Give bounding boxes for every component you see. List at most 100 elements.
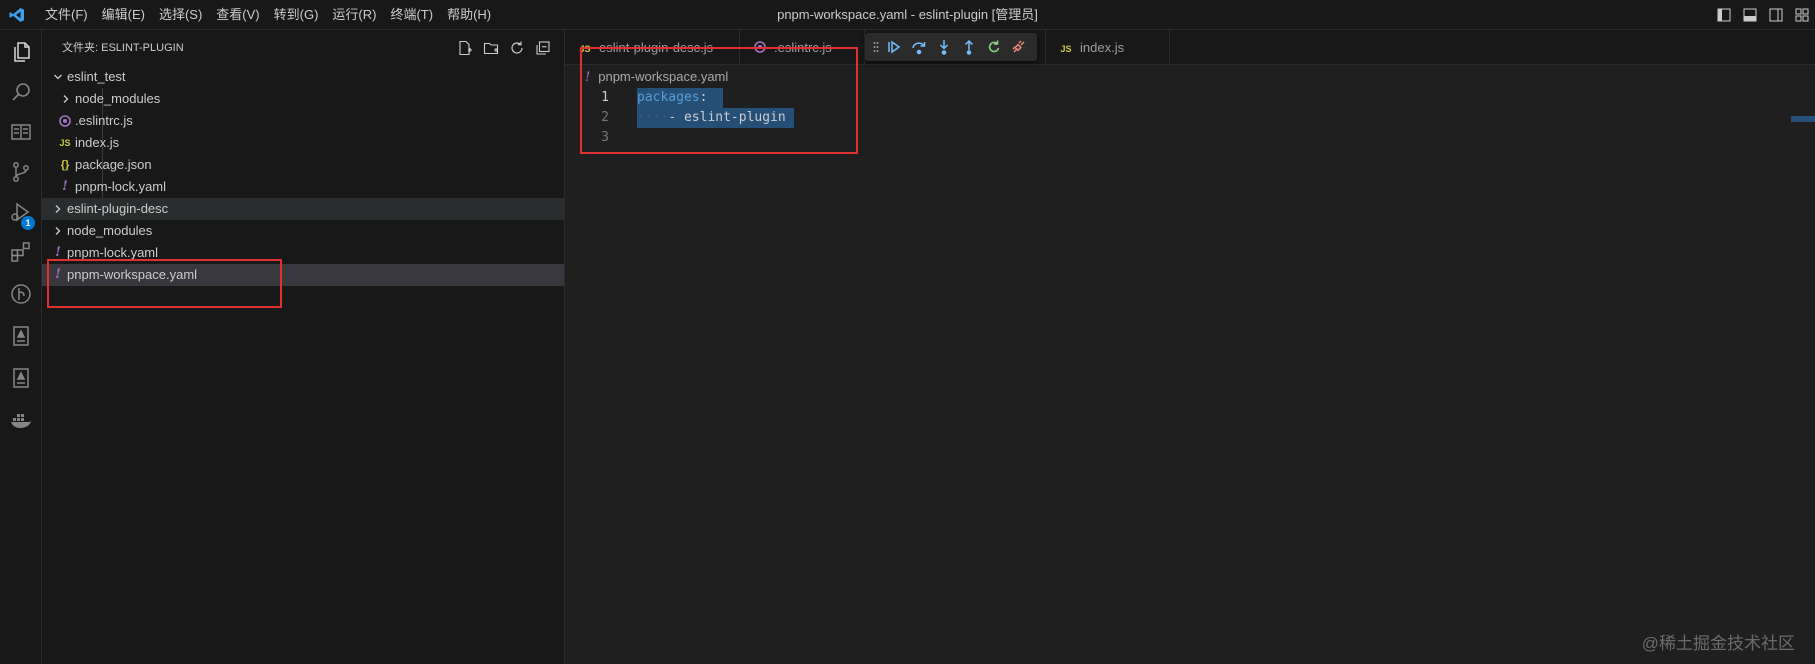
js-file-icon: JS [1060,44,1072,54]
chevron-right-icon [50,220,66,242]
tree-item-label: eslint-plugin-desc [67,201,169,216]
source-control-icon[interactable] [0,152,42,192]
breadcrumb[interactable]: ! pnpm-workspace.yaml [585,66,728,88]
yaml-file-icon: ! [55,245,61,260]
tab-index-js[interactable]: JS index.js [1045,30,1170,65]
line-number: 2 [601,110,609,125]
whitespace-indent: ···· [637,110,669,125]
yaml-key: packages [637,90,700,105]
tree-folder-node-modules[interactable]: node_modules [42,88,564,110]
docker-icon[interactable] [0,400,42,440]
tree-file-eslintrc[interactable]: .eslintrc.js [42,110,564,132]
toggle-panel-icon[interactable] [1737,0,1763,30]
toggle-secondary-sidebar-icon[interactable] [1763,0,1789,30]
explorer-sidebar: 文件夹: ESLINT-PLUGIN eslint_test node_modu… [42,30,565,664]
menu-run[interactable]: 运行(R) [325,0,383,30]
remote-icon[interactable] [0,316,42,356]
js-file-icon: JS [579,44,591,54]
drag-grip-icon[interactable] [871,35,881,59]
eslint-file-icon [752,30,768,65]
refresh-icon[interactable] [506,38,528,58]
collapse-all-icon[interactable] [532,38,554,58]
tree-folder-node-modules-root[interactable]: node_modules [42,220,564,242]
menu-go[interactable]: 转到(G) [267,0,326,30]
chevron-right-icon [50,198,66,220]
tree-item-label: pnpm-lock.yaml [67,245,159,260]
code-line: 2 ····- eslint-plugin [565,108,1815,128]
search-icon[interactable] [0,72,42,112]
menu-terminal[interactable]: 终端(T) [383,0,440,30]
explorer-actions [454,38,554,58]
tree-item-label: package.json [75,157,152,172]
vscode-logo-icon [9,8,24,22]
tree-item-label: index.js [75,135,120,150]
yaml-file-icon: ! [62,179,68,194]
step-into-icon[interactable] [931,35,956,59]
explorer-icon[interactable] [0,32,42,72]
code-line: 3 [565,128,1815,148]
yaml-dash: - [668,110,684,125]
tree-file-index-js[interactable]: JS index.js [42,132,564,154]
extensions-icon[interactable] [0,232,42,272]
continue-icon[interactable] [881,35,906,59]
yaml-file-icon: ! [585,70,591,85]
tab-bar: JS eslint-plugin-desc.js .eslintrc.js JS i… [565,30,1815,65]
new-folder-icon[interactable] [480,38,502,58]
line-number: 3 [601,130,609,145]
menu-view[interactable]: 查看(V) [209,0,266,30]
menu-help[interactable]: 帮助(H) [440,0,498,30]
line-content: packages: [637,88,724,108]
code-line: 1 packages: [565,88,1815,108]
debug-badge: 1 [21,216,35,230]
yaml-file-icon: ! [55,267,61,282]
restart-icon[interactable] [981,35,1006,59]
activity-bar: 1 [0,30,42,664]
menu-selection[interactable]: 选择(S) [152,0,209,30]
tree-file-package-json[interactable]: {} package.json [42,154,564,176]
tree-file-pnpm-workspace[interactable]: ! pnpm-workspace.yaml [42,264,564,286]
customize-layout-icon[interactable] [1789,0,1815,30]
file-tree: eslint_test node_modules .eslintrc.js JS… [42,66,564,286]
git-graph-icon[interactable] [0,274,42,314]
menu-edit[interactable]: 编辑(E) [95,0,152,30]
new-file-icon[interactable] [454,38,476,58]
tree-folder-eslint-test[interactable]: eslint_test [42,66,564,88]
disconnect-icon[interactable] [1006,35,1031,59]
tree-file-pnpm-lock[interactable]: ! pnpm-lock.yaml [42,242,564,264]
eslint-file-icon [57,110,73,132]
debug-toolbar [865,33,1037,61]
tab-label: .eslintrc.js [774,40,832,55]
breadcrumb-file: pnpm-workspace.yaml [598,69,729,84]
tab-eslintrc[interactable]: .eslintrc.js [740,30,865,65]
tree-item-label: .eslintrc.js [75,113,133,128]
step-over-icon[interactable] [906,35,931,59]
editor-area: JS eslint-plugin-desc.js .eslintrc.js JS i… [565,30,1815,664]
chevron-down-icon [50,66,66,88]
yaml-value: eslint-plugin [683,110,786,125]
run-debug-icon[interactable]: 1 [0,192,42,232]
yaml-colon: : [699,90,708,105]
tab-eslint-plugin-desc[interactable]: JS eslint-plugin-desc.js [565,30,740,65]
tree-item-label: pnpm-workspace.yaml [67,267,198,282]
minimap-selection[interactable] [1791,116,1815,122]
toggle-primary-sidebar-icon[interactable] [1711,0,1737,30]
tree-item-label: eslint_test [67,69,126,84]
tree-item-label: pnpm-lock.yaml [75,179,167,194]
remote2-icon[interactable] [0,358,42,398]
layout-controls [1711,0,1815,30]
js-file-icon: JS [59,138,71,148]
tree-item-label: node_modules [75,91,161,106]
json-file-icon: {} [60,159,70,171]
tree-folder-eslint-plugin-desc[interactable]: eslint-plugin-desc [42,198,564,220]
menu-file[interactable]: 文件(F) [38,0,95,30]
book-icon[interactable] [0,112,42,152]
menu-bar: 文件(F) 编辑(E) 选择(S) 查看(V) 转到(G) 运行(R) 终端(T… [38,0,498,30]
explorer-title: 文件夹: ESLINT-PLUGIN [62,42,184,54]
line-content: ····- eslint-plugin [637,108,794,128]
line-number: 1 [601,90,609,105]
tree-file-pnpm-lock-inner[interactable]: ! pnpm-lock.yaml [42,176,564,198]
step-out-icon[interactable] [956,35,981,59]
tab-label: index.js [1080,40,1125,55]
code-editor[interactable]: 1 packages: 2 ····- eslint-plugin 3 [565,88,1815,148]
tree-item-label: node_modules [67,223,153,238]
